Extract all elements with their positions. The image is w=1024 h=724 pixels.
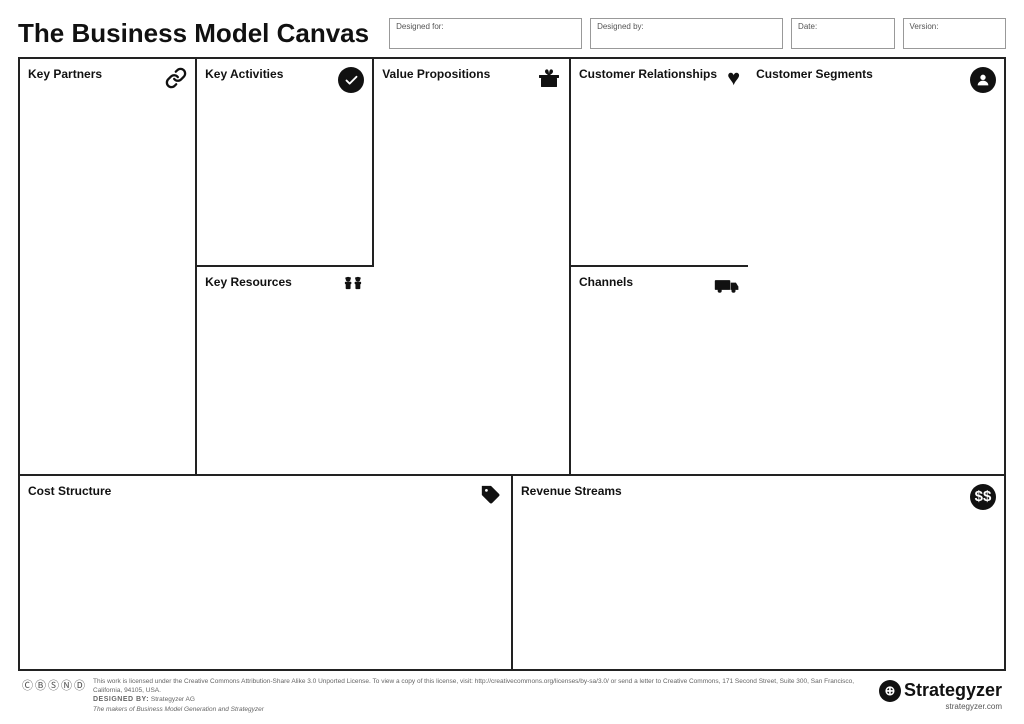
version-field[interactable]: Version: — [903, 18, 1006, 49]
cc-nc-icon: Ⓝ — [61, 677, 72, 693]
cost-structure-cell[interactable]: Cost Structure — [20, 476, 513, 669]
key-activities-title-row: Key Activities — [205, 67, 364, 93]
key-resources-title-row: Key Resources — [205, 275, 366, 299]
cost-structure-title-row: Cost Structure — [28, 484, 503, 510]
customer-segments-cell[interactable]: Customer Segments — [748, 59, 1004, 474]
version-label: Version: — [910, 22, 999, 31]
designed-for-value — [396, 31, 575, 45]
revenue-streams-cell[interactable]: Revenue Streams $ — [513, 476, 1004, 669]
gift-icon — [537, 67, 561, 93]
workers-icon — [340, 275, 366, 299]
mid-left-column: Key Activities Key Resources — [197, 59, 374, 474]
key-activities-label: Key Activities — [205, 67, 283, 81]
cc-sa-icon: Ⓢ — [48, 677, 59, 693]
footer-left: Ⓒ Ⓑ Ⓢ Ⓝ Ⓓ This work is licensed under th… — [22, 677, 879, 714]
customer-relationships-title-row: Customer Relationships ♥ — [579, 67, 740, 89]
channels-cell[interactable]: Channels — [571, 267, 748, 473]
revenue-streams-label: Revenue Streams — [521, 484, 622, 498]
dollar-symbol: $ — [975, 488, 992, 505]
key-partners-title-row: Key Partners — [28, 67, 187, 93]
check-icon — [338, 67, 364, 93]
strategyzer-logo: ⊕ Strategyzer — [879, 680, 1002, 702]
footer-right: ⊕ Strategyzer strategyzer.com — [879, 680, 1002, 711]
date-field[interactable]: Date: — [791, 18, 894, 49]
customer-relationships-cell[interactable]: Customer Relationships ♥ — [571, 59, 748, 267]
heart-icon: ♥ — [727, 67, 740, 89]
customer-segments-title-row: Customer Segments — [756, 67, 996, 93]
canvas-top-section: Key Partners Key Activities — [20, 59, 1004, 476]
key-partners-label: Key Partners — [28, 67, 102, 81]
mid-right-column: Customer Relationships ♥ Channels — [571, 59, 748, 474]
footer-designed-by-label: DESIGNED BY: — [93, 696, 149, 703]
designed-for-field[interactable]: Designed for: — [389, 18, 582, 49]
price-tag-icon — [479, 484, 503, 510]
business-model-canvas: Key Partners Key Activities — [18, 57, 1006, 671]
truck-icon — [714, 275, 740, 299]
revenue-streams-title-row: Revenue Streams $ — [521, 484, 996, 510]
footer-tagline: The makers of Business Model Generation … — [93, 706, 264, 713]
page-title: The Business Model Canvas — [18, 18, 369, 49]
version-value — [910, 31, 999, 45]
date-label: Date: — [798, 22, 887, 31]
key-resources-cell[interactable]: Key Resources — [197, 267, 374, 473]
customer-relationships-label: Customer Relationships — [579, 67, 717, 81]
dollar-icon: $ — [970, 484, 996, 510]
cost-structure-label: Cost Structure — [28, 484, 111, 498]
value-propositions-title-row: Value Propositions — [382, 67, 561, 93]
value-propositions-cell[interactable]: Value Propositions — [374, 59, 571, 474]
designed-for-label: Designed for: — [396, 22, 575, 31]
link-icon — [165, 67, 187, 93]
footer-license-text: This work is licensed under the Creative… — [93, 677, 879, 714]
strategyzer-name: Strategyzer — [904, 680, 1002, 701]
cc-icon: Ⓒ — [22, 677, 33, 693]
designed-by-label: Designed by: — [597, 22, 776, 31]
footer: Ⓒ Ⓑ Ⓢ Ⓝ Ⓓ This work is licensed under th… — [18, 671, 1006, 714]
designed-by-value — [597, 31, 776, 45]
key-partners-cell[interactable]: Key Partners — [20, 59, 197, 474]
key-resources-label: Key Resources — [205, 275, 292, 289]
strategyzer-url: strategyzer.com — [946, 702, 1002, 711]
channels-label: Channels — [579, 275, 633, 289]
date-value — [798, 31, 887, 45]
value-propositions-label: Value Propositions — [382, 67, 490, 81]
creative-commons-icons: Ⓒ Ⓑ Ⓢ Ⓝ Ⓓ — [22, 677, 85, 693]
person-icon — [970, 67, 996, 93]
strategyzer-icon: ⊕ — [879, 680, 901, 702]
canvas-bottom-section: Cost Structure Revenue Streams $ — [20, 476, 1004, 669]
footer-designed-by-value: Strategyzer AG — [151, 696, 195, 703]
license-text: This work is licensed under the Creative… — [93, 678, 854, 694]
header-row: The Business Model Canvas Designed for: … — [18, 18, 1006, 49]
header-fields: Designed for: Designed by: Date: Version… — [389, 18, 1006, 49]
customer-segments-label: Customer Segments — [756, 67, 873, 81]
channels-title-row: Channels — [579, 275, 740, 299]
cc-nd-icon: Ⓓ — [74, 677, 85, 693]
cc-by-icon: Ⓑ — [35, 677, 46, 693]
key-activities-cell[interactable]: Key Activities — [197, 59, 374, 267]
designed-by-field[interactable]: Designed by: — [590, 18, 783, 49]
